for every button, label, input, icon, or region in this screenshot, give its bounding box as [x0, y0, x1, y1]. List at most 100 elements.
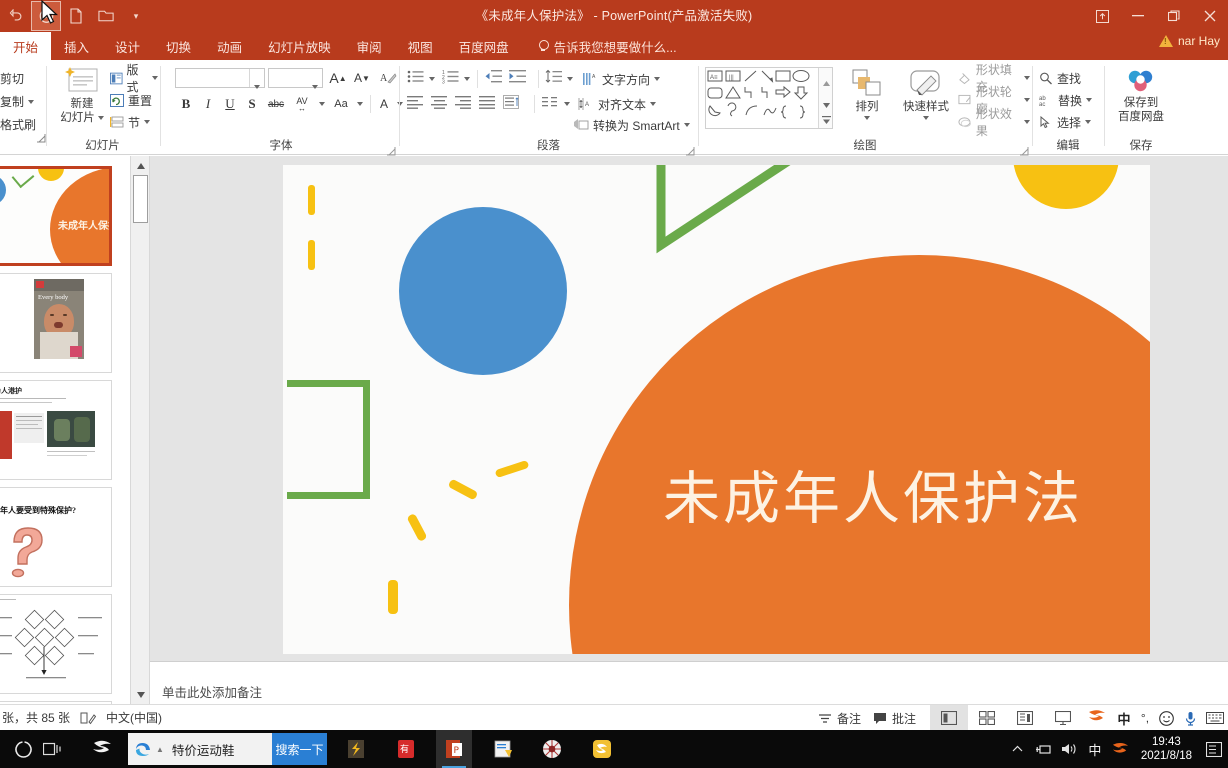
- justify-button[interactable]: [479, 95, 503, 114]
- align-right-button[interactable]: [455, 95, 479, 114]
- new-slide-button[interactable]: 新建 幻灯片: [56, 65, 108, 125]
- tab-review[interactable]: 审阅: [344, 32, 395, 60]
- list-item[interactable]: 未成年人要受到特殊保护?: [0, 487, 112, 587]
- paragraph-dialog-launcher[interactable]: [686, 143, 695, 156]
- shadow-button[interactable]: S: [241, 93, 263, 115]
- ime-chinese-icon[interactable]: 中: [1112, 705, 1136, 731]
- scrollbar-thumb[interactable]: [133, 175, 148, 223]
- shapes-more-icon[interactable]: [822, 112, 831, 130]
- action-center-icon[interactable]: [1200, 741, 1228, 757]
- punctuation-icon[interactable]: °,: [1136, 705, 1154, 731]
- align-left-button[interactable]: [407, 95, 431, 114]
- account-warning[interactable]: nar Hay: [1158, 34, 1220, 48]
- spellcheck-icon[interactable]: [80, 711, 97, 725]
- columns-button[interactable]: [542, 95, 564, 114]
- replace-button[interactable]: ab ac 替换: [1039, 89, 1093, 111]
- cut-button[interactable]: 剪切: [0, 67, 36, 90]
- shape-effects-button[interactable]: 形状效果: [958, 107, 1030, 138]
- find-button[interactable]: 查找: [1039, 67, 1092, 89]
- tab-home[interactable]: 开始: [0, 32, 52, 60]
- format-painter-button[interactable]: 格式刷: [0, 113, 36, 136]
- app-wps-button[interactable]: [486, 730, 522, 768]
- line-spacing-button[interactable]: [545, 69, 567, 89]
- search-button[interactable]: 搜索一下: [272, 733, 327, 765]
- app-spider-button[interactable]: [534, 730, 570, 768]
- notes-pane[interactable]: 单击此处添加备注: [150, 661, 1228, 704]
- list-item[interactable]: 为人港护: [0, 380, 112, 480]
- volume-icon[interactable]: [1057, 742, 1083, 756]
- select-button[interactable]: 选择: [1039, 111, 1092, 133]
- save-to-baidu-button[interactable]: 保存到 百度网盘: [1109, 66, 1173, 124]
- microphone-icon[interactable]: [1178, 705, 1202, 731]
- language-label[interactable]: 中文(中国): [106, 709, 162, 726]
- current-slide[interactable]: 未成年人保护法: [283, 165, 1150, 654]
- list-item[interactable]: [0, 594, 112, 694]
- decrease-font-size-button[interactable]: A ▼: [351, 68, 373, 88]
- section-button[interactable]: 节: [110, 111, 158, 133]
- view-reading-button[interactable]: [1006, 705, 1044, 731]
- underline-button[interactable]: U: [219, 93, 241, 115]
- layout-button[interactable]: 版式: [110, 63, 158, 94]
- restore-icon[interactable]: [1156, 1, 1192, 31]
- quick-styles-button[interactable]: 快速样式: [896, 68, 956, 120]
- bold-button[interactable]: B: [175, 93, 197, 115]
- italic-button[interactable]: I: [197, 93, 219, 115]
- yellow-circle-shape[interactable]: [1013, 165, 1119, 209]
- arrange-button[interactable]: 排列: [842, 68, 892, 120]
- clear-formatting-button[interactable]: A: [377, 68, 399, 88]
- clipboard-dialog-launcher[interactable]: [37, 130, 46, 143]
- change-case-button[interactable]: Aa: [329, 93, 353, 115]
- increase-font-size-button[interactable]: A ▲: [327, 68, 349, 88]
- slide-count-label[interactable]: 张，共 85 张: [2, 709, 70, 726]
- ime-cn-tray-icon[interactable]: 中: [1083, 740, 1107, 759]
- drawing-dialog-launcher[interactable]: [1020, 143, 1029, 156]
- font-color-button[interactable]: A: [374, 93, 394, 115]
- strikethrough-button[interactable]: abc: [263, 93, 289, 115]
- keyboard-icon[interactable]: [1202, 705, 1228, 731]
- ribbon-display-options-icon[interactable]: [1084, 1, 1120, 31]
- tab-slideshow[interactable]: 幻灯片放映: [255, 32, 344, 60]
- minimize-icon[interactable]: [1120, 1, 1156, 31]
- shapes-gallery[interactable]: A≡ |||: [705, 67, 833, 129]
- search-input[interactable]: 特价运动鞋: [164, 740, 235, 759]
- app-youdao-button[interactable]: 有: [388, 730, 424, 768]
- align-center-button[interactable]: [431, 95, 455, 114]
- task-view-button[interactable]: [34, 730, 70, 768]
- numbering-button[interactable]: 123: [442, 69, 464, 89]
- app-powerpoint-button[interactable]: P: [436, 730, 472, 768]
- green-chevron-shape[interactable]: [643, 165, 853, 255]
- tab-transitions[interactable]: 切换: [153, 32, 204, 60]
- app-snipaste-button[interactable]: [338, 730, 374, 768]
- slide-title[interactable]: 未成年人保护法: [663, 453, 1083, 535]
- view-normal-button[interactable]: [930, 705, 968, 731]
- sogou-status-icon[interactable]: [1082, 705, 1112, 731]
- slides-thumbnail-pane[interactable]: 未成年人保护法 Every body 为人港护: [0, 156, 131, 704]
- bullets-button[interactable]: [407, 69, 429, 89]
- tab-design[interactable]: 设计: [102, 32, 153, 60]
- tab-insert[interactable]: 插入: [51, 32, 102, 60]
- app-sogou-button[interactable]: [84, 730, 120, 768]
- thumbnail-scrollbar[interactable]: [131, 156, 150, 704]
- tab-view[interactable]: 视图: [395, 32, 446, 60]
- scroll-down-icon[interactable]: [132, 686, 149, 703]
- scroll-up-icon[interactable]: [132, 157, 149, 174]
- decrease-indent-button[interactable]: [484, 69, 508, 89]
- blue-circle-shape[interactable]: [399, 207, 567, 375]
- increase-indent-button[interactable]: [508, 69, 532, 89]
- view-slideshow-button[interactable]: [1044, 705, 1082, 731]
- copy-button[interactable]: 复制: [0, 90, 36, 113]
- shapes-scroll-up-icon[interactable]: [823, 73, 830, 91]
- distribute-button[interactable]: [503, 94, 527, 114]
- list-item[interactable]: 未成年人保护法: [0, 166, 112, 266]
- chevron-up-icon[interactable]: [1005, 745, 1031, 753]
- close-icon[interactable]: [1192, 1, 1228, 31]
- view-slide-sorter-button[interactable]: [968, 705, 1006, 731]
- align-text-button[interactable]: A 对齐文本: [578, 93, 657, 115]
- reset-button[interactable]: 重置: [110, 89, 158, 111]
- app-uc-button[interactable]: [584, 730, 620, 768]
- tab-animations[interactable]: 动画: [204, 32, 255, 60]
- font-dialog-launcher[interactable]: [387, 143, 396, 156]
- taskbar-clock[interactable]: 19:43 2021/8/18: [1135, 735, 1200, 763]
- green-square-shape[interactable]: [287, 380, 370, 499]
- slide-editing-area[interactable]: 未成年人保护法: [150, 156, 1228, 661]
